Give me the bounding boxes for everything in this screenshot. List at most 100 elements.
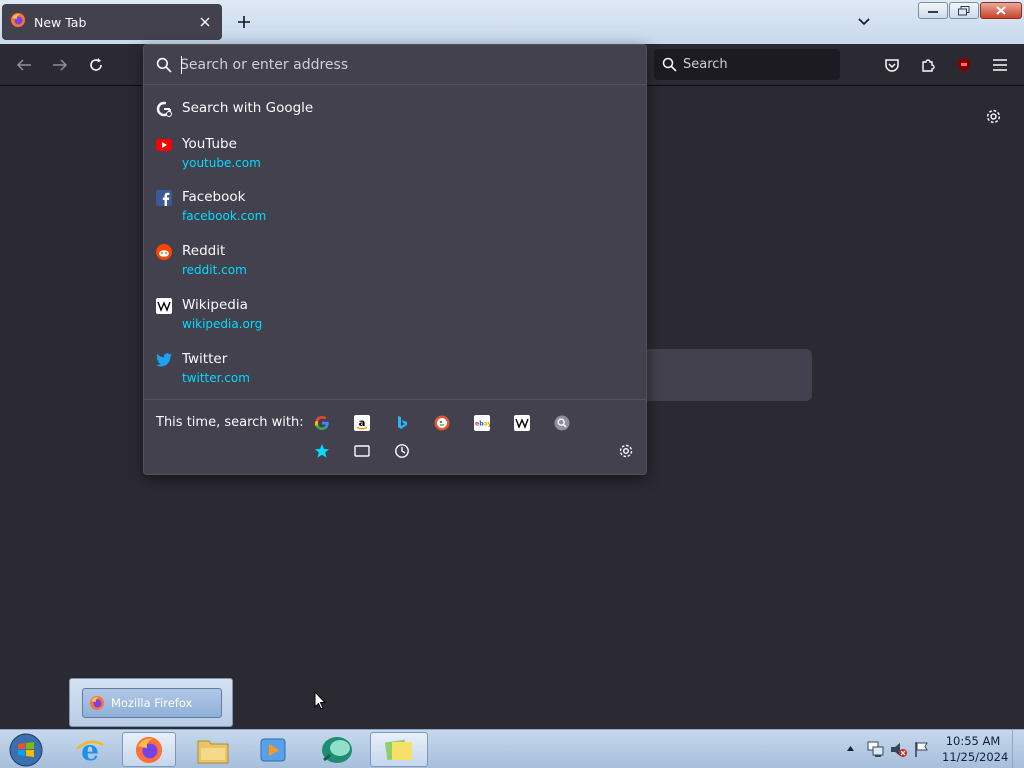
- taskbar-sticky-notes[interactable]: [370, 732, 428, 767]
- windows-start-icon: [9, 733, 43, 767]
- network-icon[interactable]: [866, 741, 884, 758]
- suggestion-url: youtube.com: [182, 156, 261, 170]
- customize-new-tab-button[interactable]: [982, 105, 1004, 127]
- firefox-icon: [135, 736, 163, 763]
- list-item[interactable]: Wikipedia wikipedia.org: [156, 297, 634, 332]
- svg-text:a: a: [359, 418, 366, 429]
- action-center-flag-icon[interactable]: [914, 741, 930, 758]
- volume-muted-icon[interactable]: [890, 741, 908, 758]
- close-window-button[interactable]: [980, 2, 1022, 19]
- facebook-icon: [156, 190, 172, 206]
- reload-button[interactable]: [84, 53, 108, 77]
- gear-icon: [986, 109, 1000, 123]
- duckduckgo-icon: [434, 415, 450, 431]
- reload-icon: [90, 58, 102, 71]
- taskbar-internet-explorer[interactable]: e: [63, 732, 117, 767]
- search-engine-icon: [554, 415, 570, 431]
- minimize-icon: [928, 10, 938, 13]
- puzzle-icon: [922, 59, 935, 72]
- internet-explorer-icon: e: [76, 735, 104, 765]
- google-icon: [314, 416, 329, 430]
- wikipedia-icon: [514, 415, 530, 431]
- restore-button[interactable]: [949, 2, 979, 19]
- mouse-cursor-icon: [314, 691, 326, 710]
- one-off-search-label: This time, search with:: [156, 415, 304, 430]
- reddit-icon: [156, 244, 172, 260]
- suggestion-title: Twitter: [182, 351, 228, 367]
- engine-amazon-button[interactable]: a: [352, 413, 372, 433]
- list-item[interactable]: Reddit reddit.com: [156, 243, 634, 278]
- suggestion-url: reddit.com: [182, 263, 247, 277]
- engine-bing-button[interactable]: [392, 413, 412, 433]
- search-history-button[interactable]: [392, 441, 412, 461]
- amazon-icon: a: [354, 415, 370, 431]
- gear-icon: [619, 444, 633, 458]
- suggestion-url: twitter.com: [182, 371, 250, 385]
- search-icon: [156, 57, 172, 73]
- taskbar-firefox[interactable]: [122, 732, 176, 767]
- engine-duckduckgo-button[interactable]: [432, 413, 452, 433]
- app-menu-button[interactable]: [988, 53, 1012, 77]
- suggestion-url: facebook.com: [182, 209, 267, 223]
- taskbar-app-teal[interactable]: [310, 732, 364, 767]
- new-tab-button[interactable]: [232, 10, 256, 34]
- tab-strip: New Tab: [0, 0, 1024, 44]
- thumbnail-label: Mozilla Firefox: [111, 696, 193, 710]
- show-desktop-button[interactable]: [1012, 730, 1024, 768]
- arrow-left-icon: [16, 59, 31, 71]
- window-controls: [918, 2, 1022, 19]
- taskbar-media-player[interactable]: [246, 732, 300, 767]
- suggestion-url: wikipedia.org: [182, 317, 263, 331]
- page-search-box[interactable]: [640, 349, 812, 401]
- url-input[interactable]: [180, 56, 620, 73]
- forward-button[interactable]: [48, 53, 72, 77]
- suggestion-title: YouTube: [182, 136, 237, 152]
- restore-icon: [958, 5, 970, 15]
- search-input[interactable]: [683, 57, 823, 72]
- search-with-google-label: Search with Google: [182, 100, 314, 116]
- url-bar[interactable]: [144, 45, 646, 85]
- minimize-button[interactable]: [918, 2, 948, 19]
- engine-generic-search-button[interactable]: [552, 413, 572, 433]
- pocket-button[interactable]: [880, 53, 904, 77]
- svg-text:ebay: ebay: [475, 421, 490, 428]
- search-bookmarks-button[interactable]: [312, 441, 332, 461]
- start-button[interactable]: [6, 731, 46, 768]
- search-bar[interactable]: [654, 49, 840, 80]
- list-all-tabs-button[interactable]: [852, 10, 876, 34]
- taskbar-clock[interactable]: 10:55 AM 11/25/2024: [942, 733, 1009, 765]
- list-item[interactable]: Facebook facebook.com: [156, 189, 634, 224]
- search-icon: [662, 57, 677, 72]
- bing-icon: [398, 416, 407, 429]
- ublock-icon: [958, 58, 970, 72]
- suggestion-title: Facebook: [182, 189, 246, 205]
- engine-google-button[interactable]: [312, 413, 332, 433]
- close-icon: [996, 6, 1006, 15]
- wikipedia-icon: [156, 298, 172, 314]
- text-caret: [181, 56, 182, 74]
- search-settings-button[interactable]: [616, 441, 636, 461]
- clock-date: 11/25/2024: [942, 750, 1009, 764]
- back-button[interactable]: [12, 53, 36, 77]
- tab-title: New Tab: [34, 14, 87, 30]
- history-icon: [395, 444, 409, 458]
- show-hidden-icons-icon[interactable]: [846, 745, 855, 752]
- folder-icon: [197, 740, 229, 763]
- tab-close-button[interactable]: [196, 13, 214, 31]
- extensions-button[interactable]: [916, 53, 940, 77]
- ebay-icon: ebay: [474, 415, 490, 431]
- list-item[interactable]: Twitter twitter.com: [156, 351, 634, 386]
- tab-new-tab[interactable]: New Tab: [2, 4, 222, 40]
- taskbar-file-explorer[interactable]: [186, 732, 240, 767]
- search-tabs-button[interactable]: [352, 441, 372, 461]
- thumbnail-window-item[interactable]: Mozilla Firefox: [82, 688, 222, 718]
- engine-wikipedia-button[interactable]: [512, 413, 532, 433]
- taskbar-thumbnail-preview[interactable]: Mozilla Firefox: [69, 678, 233, 727]
- search-with-google-row[interactable]: Search with Google: [156, 100, 634, 117]
- ublock-origin-button[interactable]: [952, 53, 976, 77]
- media-player-icon: [260, 738, 286, 761]
- app-icon: [322, 736, 352, 763]
- list-item[interactable]: YouTube youtube.com: [156, 136, 634, 171]
- firefox-icon: [10, 12, 26, 32]
- engine-ebay-button[interactable]: ebay: [472, 413, 492, 433]
